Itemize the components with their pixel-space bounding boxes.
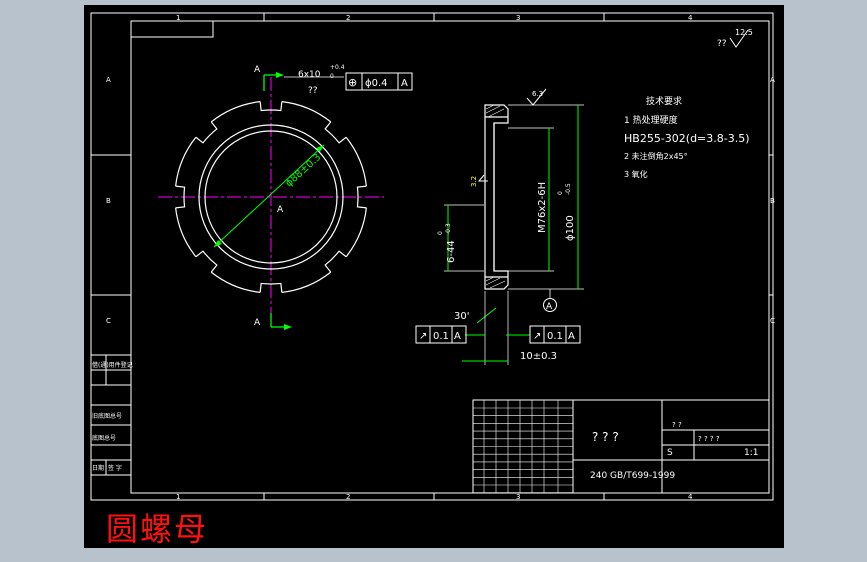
ring-slot	[324, 121, 347, 144]
section-label-top: A	[254, 65, 261, 75]
chamfer-leader	[476, 307, 497, 324]
front-view: ϕ88±0.3 A A A 6x10 +0.4 0 ?? ⊕ ϕ0.4 A	[158, 64, 413, 330]
ring-outer-arc	[175, 207, 197, 258]
zone-bottom-2: 2	[346, 493, 350, 501]
section-label-bottom: A	[254, 318, 261, 328]
outer-tol-lower: -0.5	[565, 183, 572, 195]
cad-viewport: 1 2 3 4 1 2 3 4 A B C A B C 借(通)用件登记 旧底图…	[0, 0, 867, 562]
face-roughness-value: 6.3	[532, 90, 543, 98]
runout-right-symbol: ↗	[533, 331, 541, 342]
tb-s-label: S	[667, 448, 673, 458]
tech-item-1: 1 热处理硬度	[624, 114, 678, 126]
thread-roughness-symbol	[477, 174, 488, 182]
zone-right-a: A	[770, 76, 775, 84]
tb-qmarks: ? ?	[672, 421, 682, 429]
part-caption: 圆螺母	[106, 510, 209, 548]
zone-bottom-3: 3	[516, 493, 520, 501]
corner-box	[130, 20, 214, 38]
thread-label: M76x2-6H	[537, 182, 548, 233]
tb-qrow: ? ? ? ?	[698, 435, 720, 443]
left-table-label-3: 底图总号	[92, 434, 116, 442]
zone-left-b: B	[106, 197, 111, 205]
slot-tol-upper: +0.4	[330, 64, 345, 71]
outer-frame	[90, 12, 774, 501]
zone-bottom-4: 4	[688, 493, 693, 501]
part-name-placeholder: ? ? ?	[592, 430, 619, 444]
ring-slot	[324, 250, 347, 273]
ring-outer-arc	[345, 207, 367, 258]
left-table-label-2: 旧底图总号	[92, 412, 122, 420]
material-standard: 240 GB/T699-1999	[590, 471, 675, 481]
zone-top-2: 2	[346, 14, 350, 22]
technical-requirements: 技术要求 1 热处理硬度 HB255-302(d=3.8-3.5) 2 未注倒角…	[624, 95, 750, 179]
ring-outer-arc	[210, 271, 261, 293]
slot-depth-tol-upper: 0	[437, 231, 444, 235]
runout-left-value: 0.1	[433, 331, 449, 342]
datum-label: A	[546, 302, 553, 312]
zone-right-b: B	[770, 197, 775, 205]
zone-left-a: A	[106, 76, 111, 84]
zone-left-c: C	[106, 317, 111, 325]
slot-depth-tol-lower: -0.3	[445, 223, 452, 235]
position-value: ϕ0.4	[365, 78, 388, 89]
title-block-grid	[473, 400, 573, 494]
tech-item-2: HB255-302(d=3.8-3.5)	[624, 132, 750, 145]
ring-outer-arc	[281, 271, 332, 293]
section-arrow-bottom	[284, 324, 292, 330]
ring-slot	[195, 250, 218, 273]
section-view: M76x2-6H ϕ100 0 -0.5 6-44 0 -0.3 6.3 3.2…	[415, 88, 584, 365]
ring-outer-arc	[281, 101, 332, 123]
scale-value: 1:1	[744, 448, 758, 458]
tech-item-3: 2 未注倒角2x45°	[624, 151, 688, 161]
ring-outer-arc	[345, 136, 367, 187]
zone-top-4: 4	[688, 14, 693, 22]
tech-title: 技术要求	[646, 95, 682, 107]
position-symbol: ⊕	[348, 76, 357, 89]
slot-dimension: 6x10	[298, 70, 321, 80]
outer-dia-label: ϕ100	[565, 215, 576, 241]
zone-top-1: 1	[176, 14, 180, 22]
tech-item-4: 3 氧化	[624, 169, 648, 179]
diameter-label: ϕ88±0.3	[284, 152, 324, 189]
runout-right-value: 0.1	[547, 331, 563, 342]
slot-depth-label: 6-44	[446, 240, 457, 263]
slot-note: ??	[308, 86, 318, 96]
section-outline	[484, 104, 509, 290]
drawing-canvas: 1 2 3 4 1 2 3 4 A B C A B C 借(通)用件登记 旧底图…	[84, 5, 784, 548]
width-label: 10±0.3	[520, 351, 557, 362]
ring-outer-arc	[175, 136, 197, 187]
corner-roughness-note: ??	[717, 39, 727, 49]
ring-outer-arc	[210, 101, 261, 123]
runout-left-datum: A	[454, 331, 461, 342]
ring-slot	[195, 121, 218, 144]
zone-right-c: C	[770, 317, 775, 325]
runout-right-datum: A	[568, 331, 575, 342]
center-label: A	[277, 205, 284, 215]
position-datum: A	[401, 78, 408, 89]
zone-bottom-1: 1	[176, 493, 180, 501]
drawing-sheet: 1 2 3 4 1 2 3 4 A B C A B C 借(通)用件登记 旧底图…	[90, 12, 775, 501]
slot-tol-lower: 0	[330, 73, 334, 80]
zone-top-3: 3	[516, 14, 520, 22]
left-table-label-1: 借(通)用件登记	[92, 361, 133, 369]
section-arrow-top	[276, 72, 284, 78]
left-table-label-4: 签 字	[108, 464, 122, 472]
thread-roughness-value: 3.2	[470, 176, 478, 187]
chamfer-angle: 30'	[454, 311, 469, 322]
left-table-label-5: 日期	[92, 464, 104, 472]
outer-tol-upper: 0	[557, 191, 564, 195]
runout-left-symbol: ↗	[419, 331, 427, 342]
